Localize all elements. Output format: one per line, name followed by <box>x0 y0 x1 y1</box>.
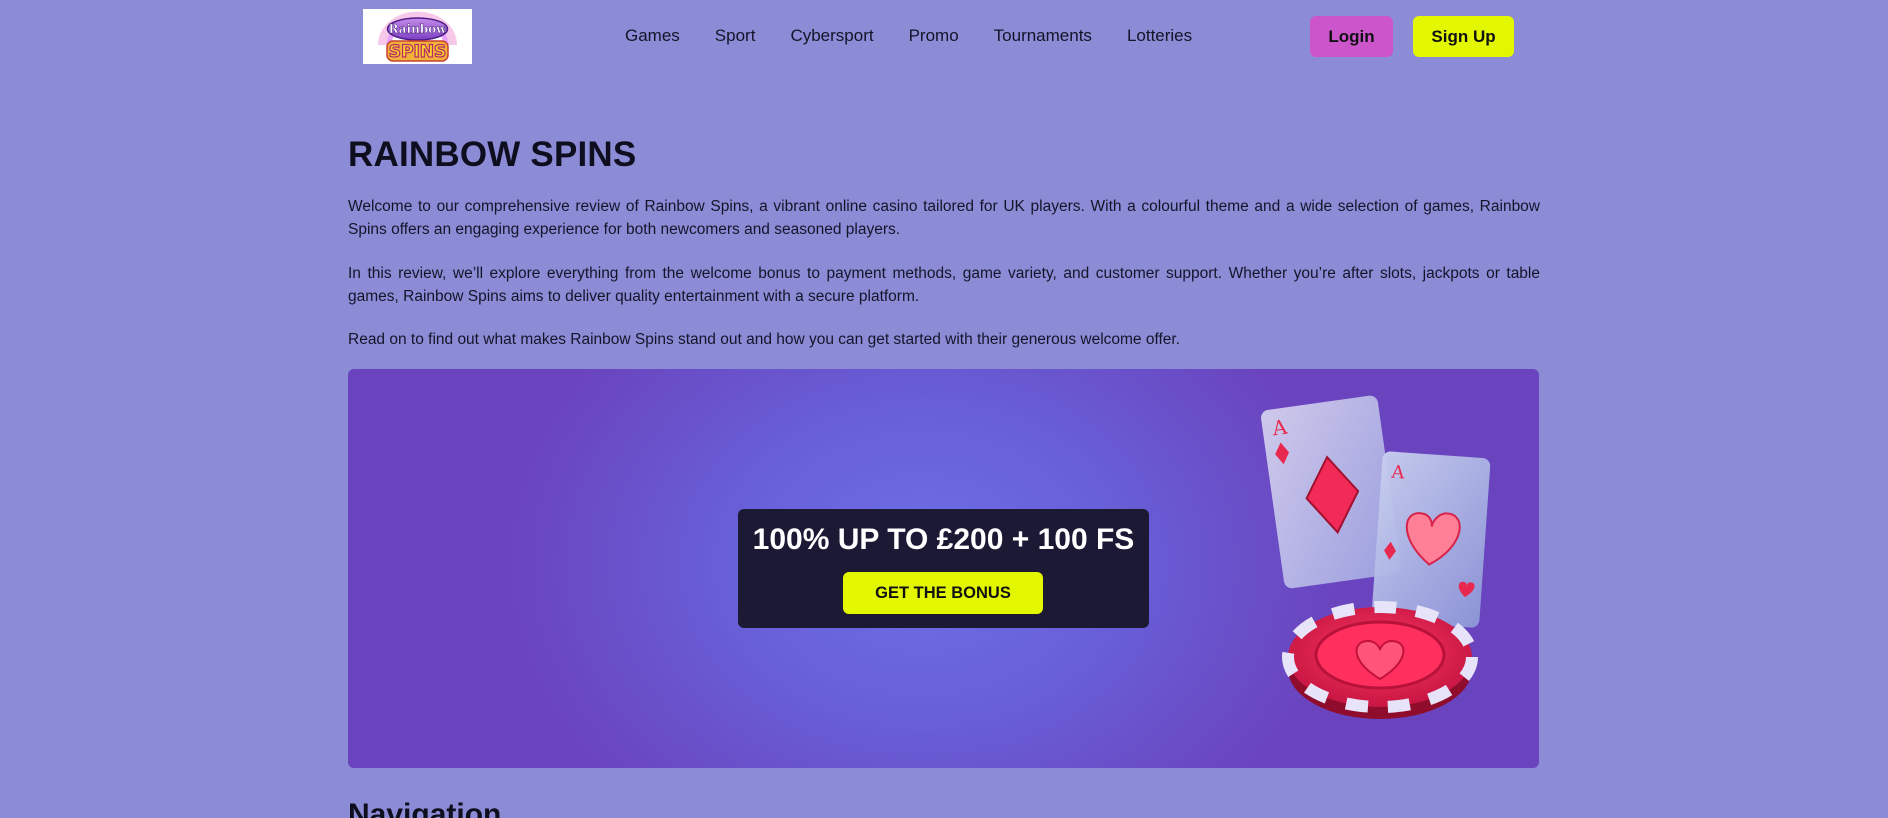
nav-link-promo[interactable]: Promo <box>909 26 959 46</box>
login-button[interactable]: Login <box>1310 16 1393 57</box>
site-header: Rainbow SPINS Games Sport Cybersport Pro… <box>0 0 1888 72</box>
intro-paragraph-3: Read on to find out what makes Rainbow S… <box>348 331 1181 348</box>
svg-text:Rainbow: Rainbow <box>388 22 447 36</box>
offer-title: 100% UP TO £200 + 100 FS <box>752 523 1135 556</box>
get-bonus-button[interactable]: GET THE BONUS <box>843 572 1043 614</box>
nav-link-games[interactable]: Games <box>625 26 680 46</box>
nav-link-cybersport[interactable]: Cybersport <box>790 26 873 46</box>
casino-chip-icon <box>1282 601 1478 719</box>
intro-paragraph-2: In this review, we’ll explore everything… <box>348 265 1540 305</box>
review-intro: RAINBOW SPINS Welcome to our comprehensi… <box>348 134 1540 351</box>
svg-text:A: A <box>1390 462 1406 484</box>
rainbow-spins-logo[interactable]: Rainbow SPINS <box>363 9 472 64</box>
bonus-banner: 100% UP TO £200 + 100 FS GET THE BONUS A <box>348 369 1539 768</box>
playing-cards-icon: A A <box>1261 395 1491 719</box>
main-nav: Games Sport Cybersport Promo Tournaments… <box>625 26 1227 46</box>
page-title: RAINBOW SPINS <box>348 135 637 174</box>
svg-text:SPINS: SPINS <box>389 42 447 62</box>
nav-link-tournaments[interactable]: Tournaments <box>994 26 1092 46</box>
intro-paragraph-1: Welcome to our comprehensive review of R… <box>348 198 1540 238</box>
signup-button[interactable]: Sign Up <box>1413 16 1514 57</box>
offer-box: 100% UP TO £200 + 100 FS GET THE BONUS <box>738 509 1149 628</box>
nav-link-lotteries[interactable]: Lotteries <box>1127 26 1192 46</box>
navigation-heading: Navigation <box>348 798 502 818</box>
nav-link-sport[interactable]: Sport <box>715 26 756 46</box>
